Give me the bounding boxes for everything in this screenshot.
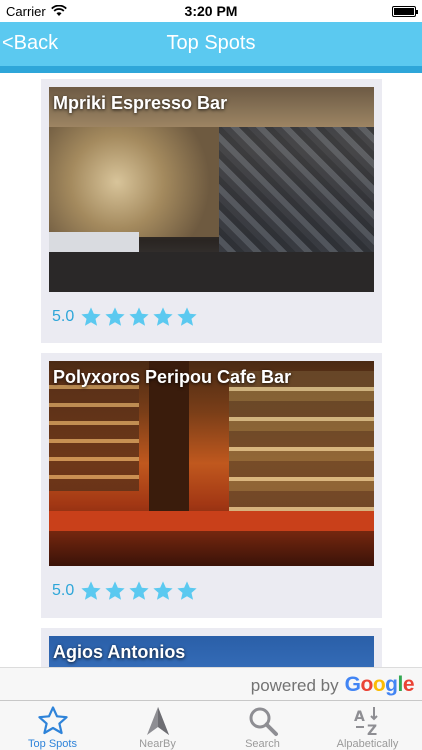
star-icon [81,307,101,326]
magnifier-icon [249,707,278,736]
tab-label: NearBy [139,738,176,750]
spot-name: Polyxoros Peripou Cafe Bar [53,367,292,387]
page-title: Top Spots [166,32,256,54]
tab-nearby[interactable]: NearBy [105,701,210,750]
spot-photo[interactable]: Agios Antonios [49,636,374,667]
rating: 5.0 [52,580,200,602]
star-icon [81,581,101,600]
spot-card[interactable]: Polyxoros Peripou Cafe Bar 5.0 [41,353,382,618]
nav-bar: <Back Top Spots [0,22,422,66]
rating-value: 5.0 [52,582,75,599]
rating-value: 5.0 [52,308,75,325]
spot-photo[interactable]: Mpriki Espresso Bar [49,87,374,292]
spot-name: Agios Antonios [53,642,186,662]
tab-label: Top Spots [28,738,77,750]
tab-alphabetically[interactable]: A Z Alpabetically [315,701,420,750]
battery-icon [392,6,418,17]
google-attribution: powered by Google [0,667,422,700]
star-icon [153,307,173,326]
tab-label: Search [245,738,280,750]
tab-top-spots[interactable]: Top Spots [0,701,105,750]
spot-photo[interactable]: Polyxoros Peripou Cafe Bar [49,361,374,566]
status-bar: Carrier 3:20 PM [0,0,422,22]
powered-by-label: powered by [250,676,339,695]
status-time: 3:20 PM [184,3,238,19]
star-icon [153,581,173,600]
sort-alpha-icon: A Z [354,707,378,737]
star-icon [177,307,197,326]
tab-search[interactable]: Search [210,701,315,750]
star-icon [105,581,125,600]
rating: 5.0 [52,306,200,328]
nav-divider [0,66,422,73]
tab-bar: Top Spots NearBy Search A Z Alpabeticall… [0,700,422,750]
star-icon [38,706,68,735]
svg-text:Z: Z [367,723,377,737]
star-icon [129,307,149,326]
spots-list[interactable]: Mpriki Espresso Bar 5.0 Polyxoros Peripo… [0,73,422,667]
spot-card[interactable]: Mpriki Espresso Bar 5.0 [41,79,382,343]
tab-label: Alpabetically [336,738,399,750]
spot-name: Mpriki Espresso Bar [53,93,228,113]
navigation-arrow-icon [147,707,169,735]
spot-card[interactable]: Agios Antonios [41,628,382,667]
star-icon [129,581,149,600]
star-icon [177,581,197,600]
google-logo: Google [344,673,415,696]
svg-text:A: A [354,709,365,725]
star-icon [105,307,125,326]
